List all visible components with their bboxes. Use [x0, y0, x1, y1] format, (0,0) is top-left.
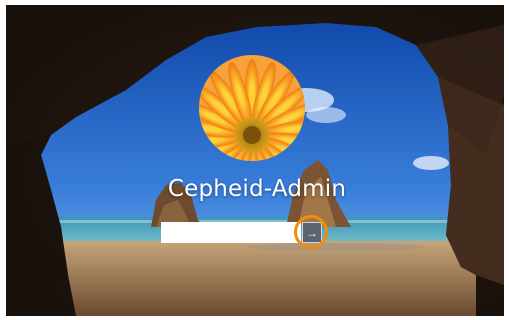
- password-input[interactable]: [161, 222, 301, 243]
- lock-screen: Cepheid-Admin →: [6, 5, 504, 316]
- user-avatar: [199, 55, 305, 161]
- username-label: Cepheid-Admin: [167, 176, 347, 202]
- highlight-ring: [294, 215, 328, 249]
